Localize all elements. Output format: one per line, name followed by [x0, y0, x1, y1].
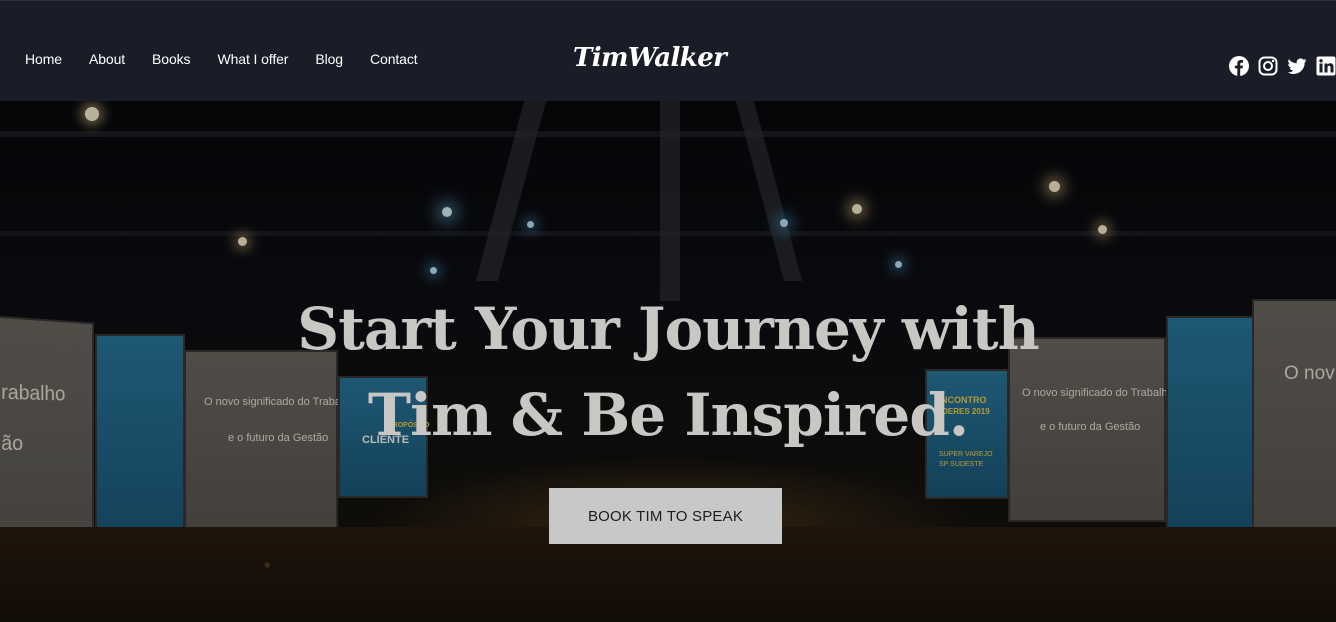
site-header: Home About Books What I offer Blog Conta… [0, 0, 1336, 101]
nav-blog[interactable]: Blog [315, 51, 343, 67]
site-logo[interactable]: TimWalker [573, 43, 727, 73]
instagram-icon[interactable] [1258, 56, 1278, 76]
book-tim-button[interactable]: BOOK TIM TO SPEAK [549, 488, 782, 544]
hero-section: rabalho ão O novo significado do Trabalh… [0, 101, 1336, 622]
twitter-icon[interactable] [1287, 56, 1307, 76]
hero-headline: Start Your Journey with Tim & Be Inspire… [0, 286, 1336, 458]
nav-books[interactable]: Books [152, 51, 191, 67]
nav-home[interactable]: Home [25, 51, 62, 67]
social-links [1229, 56, 1336, 76]
hero-headline-line2: Tim & Be Inspired. [367, 381, 969, 449]
main-nav: Home About Books What I offer Blog Conta… [25, 51, 445, 67]
nav-what-i-offer[interactable]: What I offer [217, 51, 288, 67]
linkedin-icon[interactable] [1316, 56, 1336, 76]
facebook-icon[interactable] [1229, 56, 1249, 76]
hero-headline-line1: Start Your Journey with [297, 295, 1040, 363]
nav-contact[interactable]: Contact [370, 51, 418, 67]
nav-about[interactable]: About [89, 51, 125, 67]
